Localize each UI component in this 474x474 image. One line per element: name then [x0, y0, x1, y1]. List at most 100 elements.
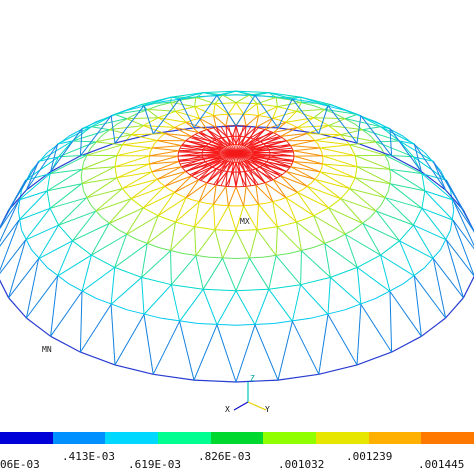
mesh-member-887 [0, 219, 20, 247]
mesh-member-699 [313, 117, 346, 120]
mesh-member-766 [300, 97, 302, 103]
mesh-member-198 [296, 110, 314, 119]
mesh-member-652 [256, 229, 277, 256]
mesh-member-195 [235, 102, 258, 105]
mesh-member-727 [202, 257, 223, 290]
graphics-viewport[interactable]: MX MN Z X Y 06E-03 .413E-03 .619E-03 .82… [0, 0, 474, 474]
mesh-member-315 [421, 317, 446, 337]
mesh-member-615 [213, 103, 216, 116]
mesh-member-724 [249, 257, 270, 290]
mesh-member-714 [362, 223, 400, 242]
mesh-member-176 [235, 229, 258, 232]
mesh-member-96 [292, 156, 295, 162]
mesh-member-617 [227, 102, 237, 115]
mesh-member-870 [216, 324, 237, 383]
mesh-member-653 [249, 229, 258, 259]
mesh-member-805 [110, 277, 142, 305]
mesh-member-325 [50, 335, 81, 353]
mesh-member-181 [143, 207, 159, 217]
mesh-member-316 [391, 335, 422, 353]
mesh-member-180 [158, 215, 176, 223]
mesh-member-806 [110, 267, 116, 305]
mesh-member-173 [296, 215, 314, 223]
mesh-member-246 [300, 276, 331, 286]
mesh-member-584 [213, 204, 216, 230]
mesh-member-728 [195, 255, 204, 290]
mesh-member-871 [193, 324, 218, 381]
mesh-member-865 [318, 314, 329, 375]
mesh-member-175 [256, 226, 278, 231]
mesh-member-855 [445, 239, 464, 298]
mesh-member-582 [227, 205, 237, 231]
mesh-member-337 [153, 127, 195, 135]
mesh-member-170 [340, 188, 351, 200]
mesh-member-313 [462, 275, 474, 299]
mesh-member-186 [114, 155, 118, 167]
mesh-member-691 [235, 94, 250, 104]
mesh-member-509 [243, 186, 247, 206]
mesh-member-721 [300, 250, 302, 285]
mesh-member-322 [153, 373, 195, 381]
mesh-member-506 [255, 184, 274, 203]
mesh-member-191 [158, 110, 176, 119]
mesh-member-562 [293, 147, 321, 152]
mesh-member-730 [170, 250, 172, 285]
mesh-member-690 [222, 94, 237, 104]
mesh-member-801 [179, 288, 204, 322]
mesh-member-568 [314, 178, 350, 190]
legend-label-2: .619E-03 [128, 458, 181, 471]
mesh-member-178 [194, 226, 216, 231]
mesh-member-510 [235, 186, 245, 207]
mesh-member-799 [216, 290, 237, 326]
mesh-member-113 [177, 156, 180, 162]
mesh-member-867 [277, 321, 293, 381]
mesh-member-687 [194, 97, 197, 107]
mesh-member-523 [156, 171, 186, 180]
mesh-member-572 [297, 192, 329, 209]
coordinate-triad: Z X Y [225, 374, 270, 414]
max-marker-label: MX [240, 217, 250, 226]
mesh-member-511 [227, 186, 237, 207]
mesh-member-892 [8, 161, 40, 211]
mesh-member-594 [130, 178, 158, 200]
mesh-member-595 [122, 178, 158, 190]
mesh-member-631 [314, 140, 350, 146]
legend-label-5: .001239 [346, 450, 393, 463]
mesh-member-247 [268, 284, 301, 290]
triad-x-axis [233, 401, 249, 411]
mesh-member-326 [26, 317, 51, 337]
mesh-member-862 [360, 304, 393, 353]
legend-swatch-1 [52, 432, 106, 444]
mesh-member-810 [57, 240, 73, 277]
contour-legend-labels: 06E-03 .413E-03 .619E-03 .826E-03 .00103… [0, 446, 474, 471]
mesh-member-327 [8, 297, 27, 319]
mesh-member-250 [171, 284, 204, 290]
mesh-member-240 [421, 190, 426, 209]
legend-swatch-2 [105, 432, 159, 444]
legend-swatch-4 [210, 432, 264, 444]
mesh-member-658 [194, 226, 197, 256]
legend-swatch-0 [0, 432, 53, 444]
mesh-member-196 [256, 103, 278, 108]
mesh-member-698 [313, 109, 326, 119]
legend-swatch-8 [421, 432, 474, 444]
mesh-member-131 [292, 150, 295, 157]
mesh-member-718 [324, 243, 358, 268]
mesh-member-620 [256, 103, 259, 116]
mesh-member-793 [327, 277, 331, 315]
mesh-member-753 [114, 113, 127, 120]
mesh-member-317 [356, 351, 392, 366]
contour-legend-colorbar [0, 432, 474, 444]
mesh-member-791 [356, 267, 362, 305]
min-marker-label: MN [42, 345, 52, 354]
mesh-member-570 [307, 185, 341, 200]
mesh-member-602 [116, 147, 152, 157]
mesh-member-792 [330, 277, 362, 305]
mesh-member-593 [131, 185, 165, 200]
mesh-member-243 [380, 240, 400, 256]
mesh-member-314 [445, 297, 464, 319]
mesh-member-174 [277, 221, 297, 228]
mesh-member-884 [8, 239, 27, 298]
mesh-member-578 [258, 204, 278, 228]
mesh-member-826 [81, 113, 115, 130]
